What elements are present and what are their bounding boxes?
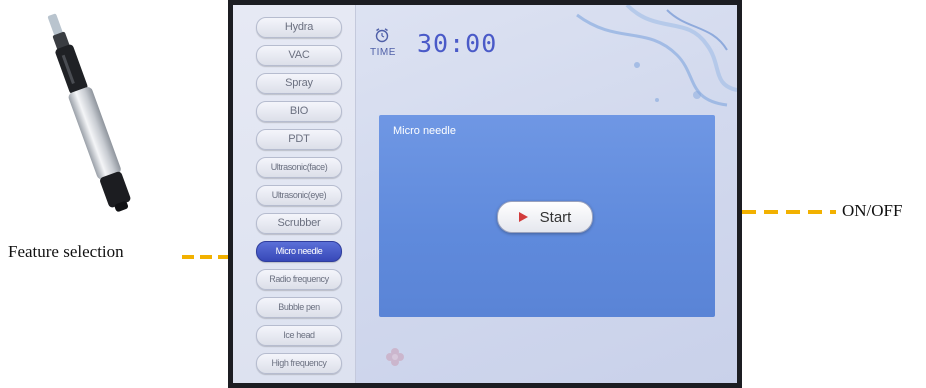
time-caption: TIME bbox=[370, 47, 396, 58]
feature-menu: Hydra VAC Spray BIO PDT Ultrasonic(face)… bbox=[233, 5, 356, 383]
flower-decoration-icon bbox=[386, 348, 404, 366]
menu-item-micro-needle[interactable]: Micro needle bbox=[256, 241, 342, 262]
menu-item-scrubber[interactable]: Scrubber bbox=[256, 213, 342, 234]
water-splash-decoration bbox=[576, 5, 737, 107]
start-button-label: Start bbox=[539, 208, 572, 226]
feature-selection-label: Feature selection bbox=[8, 242, 124, 261]
panel-title: Micro needle bbox=[393, 125, 456, 137]
menu-item-spray[interactable]: Spray bbox=[256, 73, 342, 94]
play-icon bbox=[518, 212, 528, 222]
menu-item-bio[interactable]: BIO bbox=[256, 101, 342, 122]
menu-item-pdt[interactable]: PDT bbox=[256, 129, 342, 150]
micro-needle-pen-illustration bbox=[47, 13, 131, 212]
alarm-clock-icon bbox=[375, 28, 389, 43]
device-screen: Hydra VAC Spray BIO PDT Ultrasonic(face)… bbox=[233, 5, 737, 383]
feature-panel: Micro needle Start bbox=[379, 115, 715, 317]
menu-item-radio-frequency[interactable]: Radio frequency bbox=[256, 269, 342, 290]
menu-item-vac[interactable]: VAC bbox=[256, 45, 342, 66]
start-button[interactable]: Start bbox=[497, 201, 593, 233]
timer-display: 30:00 bbox=[417, 29, 498, 58]
menu-item-hydra[interactable]: Hydra bbox=[256, 17, 342, 38]
menu-item-ice-head[interactable]: Ice head bbox=[256, 325, 342, 346]
menu-item-ultrasonic-face[interactable]: Ultrasonic(face) bbox=[256, 157, 342, 178]
menu-item-high-frequency[interactable]: High frequency bbox=[256, 353, 342, 374]
menu-item-ultrasonic-eye[interactable]: Ultrasonic(eye) bbox=[256, 185, 342, 206]
on-off-label: ON/OFF bbox=[842, 201, 903, 220]
menu-item-bubble-pen[interactable]: Bubble pen bbox=[256, 297, 342, 318]
